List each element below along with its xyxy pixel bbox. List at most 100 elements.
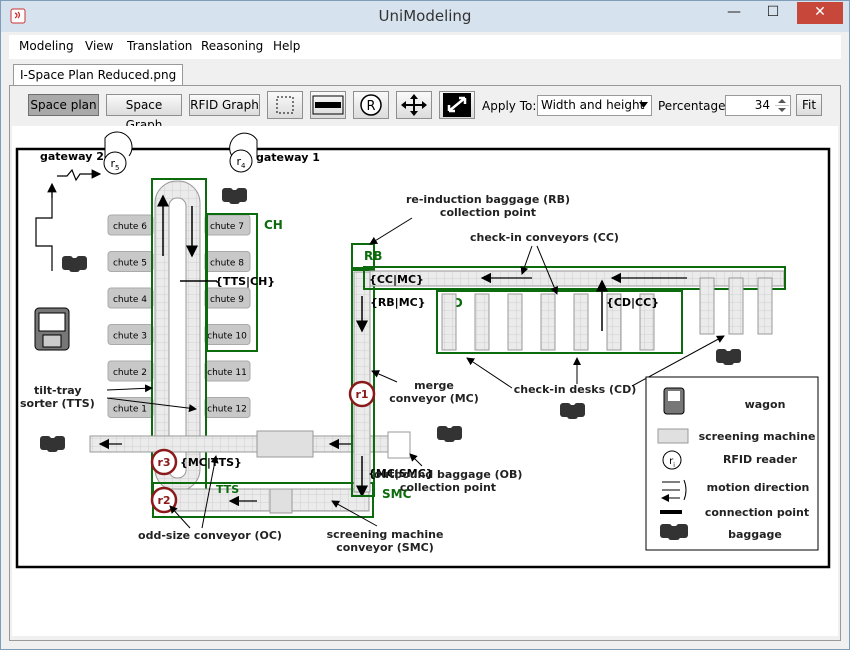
legend-baggage: baggage bbox=[728, 528, 782, 541]
chutes-right: chute 7 chute 8 chute 9 chute 10 chute 11 chu… bbox=[204, 214, 251, 418]
space-graph-button[interactable]: Space Graph bbox=[106, 94, 182, 132]
check-in-desk bbox=[507, 293, 523, 351]
mc-tts-connection-label: {MC|TTS} bbox=[180, 456, 242, 469]
svg-text:R: R bbox=[366, 99, 375, 114]
check-in-desk bbox=[441, 293, 457, 351]
chute-right: chute 9 bbox=[204, 287, 251, 309]
minimize-button[interactable]: — bbox=[716, 2, 752, 24]
check-in-conveyor bbox=[369, 270, 785, 287]
svg-text:conveyor (MC): conveyor (MC) bbox=[389, 392, 479, 405]
svg-text:check-in desks (CD): check-in desks (CD) bbox=[514, 383, 636, 396]
rfid-graph-button[interactable]: RFID Graph bbox=[189, 94, 260, 116]
check-in-desk bbox=[540, 293, 556, 351]
check-in-desk bbox=[728, 277, 744, 335]
legend-screening-machine: screening machine bbox=[699, 430, 816, 443]
legend-motion-direction: motion direction bbox=[707, 481, 810, 494]
chute-label: chute 4 bbox=[113, 295, 147, 305]
baggage bbox=[222, 188, 247, 204]
menu-view[interactable]: View bbox=[85, 39, 113, 53]
legend-connection-icon bbox=[660, 510, 682, 514]
fit-button[interactable]: Fit bbox=[796, 94, 822, 116]
svg-text:r2: r2 bbox=[157, 494, 170, 507]
gateway-1-label: gateway 1 bbox=[256, 151, 320, 164]
chute-label: chute 2 bbox=[113, 368, 147, 378]
select-tool-button[interactable] bbox=[267, 91, 303, 119]
chutes-left: chute 6 chute 5 chute 4 chute 3 chute 2 chute… bbox=[107, 214, 154, 418]
check-in-desk bbox=[757, 277, 773, 335]
svg-text:conveyor (SMC): conveyor (SMC) bbox=[336, 541, 434, 554]
chevron-down-icon bbox=[639, 102, 648, 108]
menu-bar: Modeling View Translation Reasoning Help bbox=[9, 35, 841, 59]
menu-translation[interactable]: Translation bbox=[127, 39, 192, 53]
gateway-motion-arrow bbox=[57, 168, 102, 182]
chute-label: chute 5 bbox=[113, 259, 147, 269]
move-arrows-icon bbox=[401, 94, 427, 116]
chute-label: chute 11 bbox=[207, 368, 247, 378]
screening-machine-conveyor bbox=[156, 488, 370, 512]
close-button[interactable]: ✕ bbox=[797, 2, 843, 24]
baggage bbox=[40, 436, 65, 452]
chute-right: chute 8 bbox=[204, 251, 251, 272]
cd-cc-connection-label: {CD|CC} bbox=[606, 296, 659, 309]
rfid-reader-icon: R bbox=[360, 94, 382, 116]
check-in-desk bbox=[573, 293, 589, 351]
percentage-spinner[interactable]: 34 bbox=[725, 95, 791, 116]
apply-to-value: Width and height bbox=[541, 98, 645, 112]
baggage bbox=[62, 256, 87, 272]
check-in-desk bbox=[699, 277, 715, 335]
legend-connection-point: connection point bbox=[705, 506, 809, 519]
apply-to-select[interactable]: Width and height bbox=[537, 95, 652, 116]
svg-text:r3: r3 bbox=[157, 456, 170, 469]
chute-label: chute 12 bbox=[207, 405, 247, 415]
gateway-2-label: gateway 2 bbox=[40, 150, 104, 163]
maximize-button[interactable]: ☐ bbox=[755, 2, 791, 24]
chute-left: chute 4 bbox=[107, 287, 154, 309]
menu-reasoning[interactable]: Reasoning bbox=[201, 39, 263, 53]
svg-text:collection point: collection point bbox=[400, 481, 496, 494]
chute-label: chute 8 bbox=[210, 259, 244, 269]
tts-ch-connection-label: {TTS|CH} bbox=[215, 275, 275, 288]
move-tool-button[interactable] bbox=[396, 91, 432, 119]
rfid-reader-r3: r3 bbox=[150, 448, 178, 476]
resize-tool-button[interactable] bbox=[439, 91, 475, 119]
baggage bbox=[716, 349, 741, 365]
chute-right: chute 10 bbox=[204, 324, 251, 345]
rb-zone-label: RB bbox=[364, 249, 382, 263]
reader-tool-button[interactable]: R bbox=[353, 91, 389, 119]
tab-ispace-plan[interactable]: I-Space Plan Reduced.png bbox=[13, 64, 184, 85]
svg-text:check-in conveyors (CC): check-in conveyors (CC) bbox=[470, 231, 619, 244]
app-window: UniModeling — ☐ ✕ Modeling View Translat… bbox=[0, 0, 850, 650]
connection-point-icon bbox=[312, 95, 344, 115]
gateway-1: r4 gateway 1 bbox=[229, 132, 320, 173]
chute-label: chute 3 bbox=[113, 332, 147, 342]
legend-screening-icon bbox=[657, 428, 689, 444]
cc-mc-connection-label: {CC|MC} bbox=[369, 273, 424, 286]
connection-tool-button[interactable] bbox=[310, 91, 346, 119]
chute-left: chute 5 bbox=[107, 251, 154, 272]
dashed-select-icon bbox=[276, 96, 294, 114]
tts-zone-label: TTS bbox=[216, 483, 239, 496]
legend-baggage-icon bbox=[660, 524, 688, 540]
menu-modeling[interactable]: Modeling bbox=[19, 39, 74, 53]
svg-text:re-induction baggage (RB): re-induction baggage (RB) bbox=[406, 193, 570, 206]
menu-help[interactable]: Help bbox=[273, 39, 300, 53]
wagon bbox=[34, 307, 70, 351]
space-plan-button[interactable]: Space plan bbox=[28, 94, 99, 116]
chute-right: chute 11 bbox=[204, 360, 251, 382]
rfid-reader-r1: r1 bbox=[348, 380, 376, 408]
chute-label: chute 6 bbox=[113, 222, 147, 232]
legend: ri wagon screening machine RFID reader m… bbox=[645, 376, 819, 551]
space-plan-drawing: r5 gateway 2 r4 gateway 1 chute 6 chute 5… bbox=[15, 131, 831, 569]
svg-text:odd-size conveyor (OC): odd-size conveyor (OC) bbox=[138, 529, 282, 542]
chute-left: chute 3 bbox=[107, 324, 154, 345]
chute-label: chute 10 bbox=[207, 332, 247, 342]
chute-left: chute 2 bbox=[107, 360, 154, 382]
legend-rfid-reader: RFID reader bbox=[723, 453, 798, 466]
legend-wagon: wagon bbox=[745, 398, 786, 411]
chute-label: chute 1 bbox=[113, 405, 147, 415]
spinner-arrows-icon[interactable] bbox=[775, 97, 789, 114]
space-plan-canvas[interactable]: r5 gateway 2 r4 gateway 1 chute 6 chute 5… bbox=[12, 126, 838, 636]
check-in-desk bbox=[474, 293, 490, 351]
ob-collection-point bbox=[387, 431, 411, 459]
percentage-value: 34 bbox=[754, 98, 770, 112]
